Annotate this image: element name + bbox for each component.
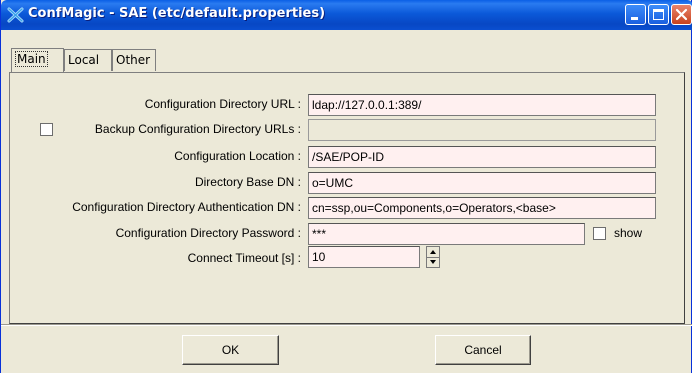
window-title: ConfMagic - SAE (etc/default.properties)	[28, 6, 326, 21]
minimize-icon	[631, 17, 638, 20]
backup-urls-label: Backup Configuration Directory URLs :	[94, 122, 301, 136]
timeout-spinner	[426, 246, 440, 268]
cancel-button[interactable]: Cancel	[435, 335, 531, 365]
base-dn-input[interactable]: o=UMC	[308, 172, 656, 194]
minimize-button[interactable]	[625, 4, 646, 25]
tab-local[interactable]: Local	[64, 49, 112, 71]
confmagic-window: ConfMagic - SAE (etc/default.properties)…	[0, 0, 692, 373]
base-dn-label: Directory Base DN :	[194, 175, 301, 189]
close-icon	[675, 8, 688, 21]
password-label: Configuration Directory Password :	[115, 226, 301, 240]
close-button[interactable]	[671, 4, 692, 25]
spinner-up-icon	[430, 250, 436, 254]
config-dir-url-label: Configuration Directory URL :	[144, 97, 301, 111]
spinner-down-icon	[430, 260, 436, 264]
backup-urls-checkbox[interactable]	[40, 123, 53, 136]
spinner-down-button[interactable]	[427, 257, 439, 267]
timeout-input[interactable]: 10	[308, 246, 420, 268]
password-input[interactable]: ***	[308, 223, 585, 245]
show-password-checkbox[interactable]	[593, 227, 606, 240]
auth-dn-input[interactable]: cn=ssp,ou=Components,o=Operators,<base>	[308, 197, 656, 219]
title-bar[interactable]: ConfMagic - SAE (etc/default.properties)	[1, 0, 692, 30]
maximize-icon	[653, 9, 664, 20]
backup-urls-input[interactable]	[308, 119, 656, 141]
show-password-label: show	[614, 226, 643, 240]
button-divider	[1, 324, 692, 326]
timeout-label: Connect Timeout [s] :	[187, 251, 301, 265]
auth-dn-label: Configuration Directory Authentication D…	[72, 200, 301, 214]
maximize-button[interactable]	[648, 4, 669, 25]
tab-main[interactable]: Main	[11, 48, 64, 72]
tab-main-label: Main	[15, 51, 48, 67]
config-location-label: Configuration Location :	[174, 149, 301, 163]
ok-button[interactable]: OK	[182, 335, 279, 365]
confmagic-app-icon	[7, 6, 25, 24]
config-location-input[interactable]: /SAE/POP-ID	[308, 146, 656, 168]
config-dir-url-input[interactable]: ldap://127.0.0.1:389/	[308, 94, 656, 116]
tab-other[interactable]: Other	[112, 49, 156, 71]
